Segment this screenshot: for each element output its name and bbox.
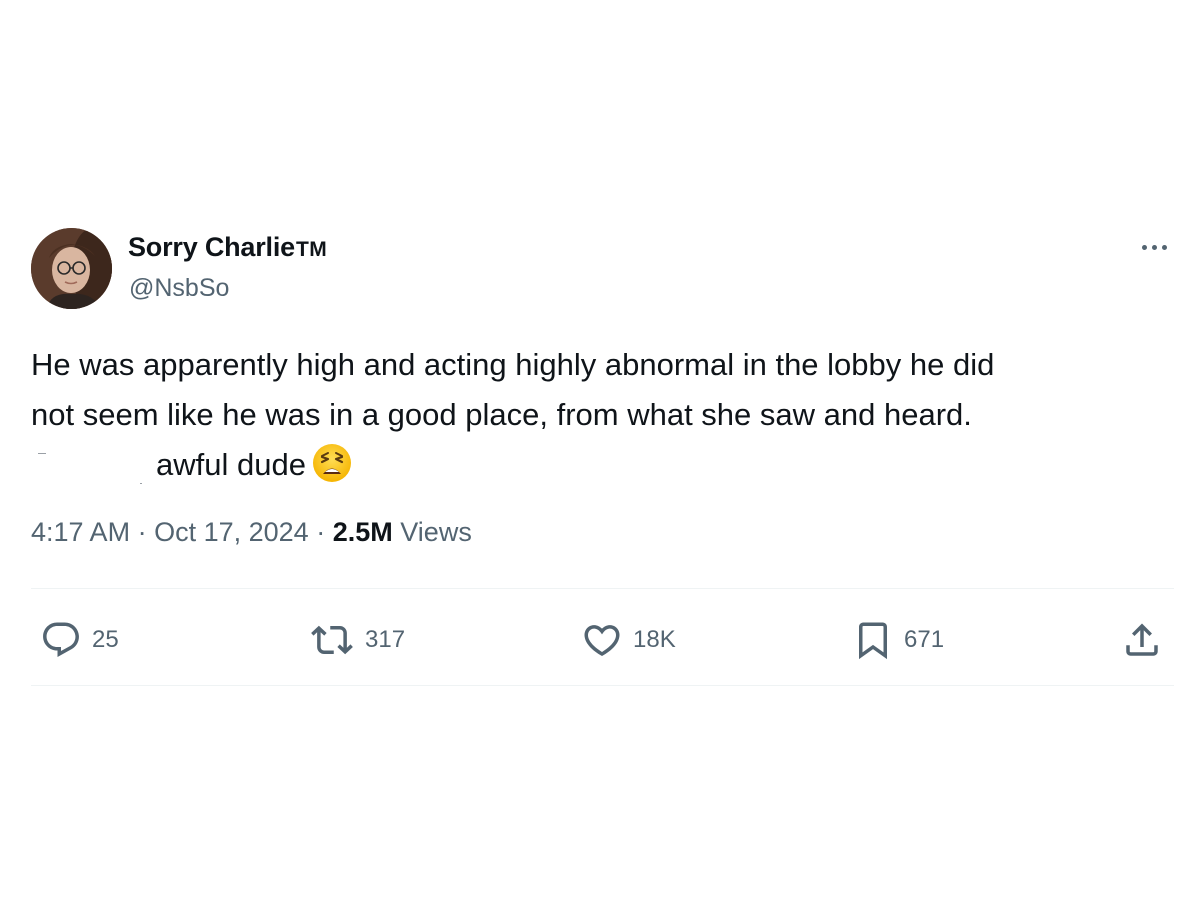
tweet-text-line: not seem like he was in a good place, fr… [31,397,972,432]
tweet-text-tail: awful dude [156,447,306,482]
heart-icon [584,625,620,657]
retweet-count: 317 [365,626,406,653]
views-count: 2.5M [332,517,393,547]
share-button[interactable] [1121,610,1163,670]
weary-face-emoji-icon [312,444,351,482]
reply-count: 25 [92,626,119,653]
meta-separator: · [316,517,326,547]
display-name[interactable]: Sorry CharlieTM [128,232,327,263]
like-count: 18K [633,626,676,653]
like-button[interactable]: 18K [581,610,676,670]
user-handle[interactable]: @NsbSo [129,274,229,303]
action-bar: 25 317 18K 671 [0,610,1200,670]
tweet-text-line: awful dude [31,440,1171,490]
tweet-text: He was apparently high and acting highly… [31,340,1171,490]
more-dot [1161,244,1167,250]
redacted-text [31,452,156,484]
reply-button[interactable]: 25 [40,610,119,670]
share-icon [1126,623,1158,656]
divider-bottom [31,685,1174,686]
tweet-date[interactable]: Oct 17, 2024 [154,517,309,547]
bookmark-count: 671 [904,626,945,653]
avatar[interactable] [31,228,112,309]
tweet-card: Sorry CharlieTM @NsbSo He was apparently… [0,0,1200,900]
trademark-badge: TM [295,238,328,261]
avatar-image [31,228,112,309]
retweet-button[interactable]: 317 [309,610,405,670]
more-dot [1151,244,1157,250]
retweet-icon [311,625,353,655]
more-horizontal-icon [1141,244,1147,250]
tweet-time[interactable]: 4:17 AM [31,517,130,547]
display-name-text: Sorry Charlie [128,232,295,262]
reply-icon [43,622,79,657]
meta-separator: · [137,517,147,547]
divider-top [31,588,1174,589]
more-options-button[interactable] [1132,232,1176,262]
bookmark-icon [859,622,887,660]
tweet-metadata: 4:17 AM · Oct 17, 2024 · 2.5M Views [31,517,472,548]
bookmark-button[interactable]: 671 [852,610,944,670]
tweet-text-line: He was apparently high and acting highly… [31,347,995,382]
views-label: Views [400,517,472,547]
